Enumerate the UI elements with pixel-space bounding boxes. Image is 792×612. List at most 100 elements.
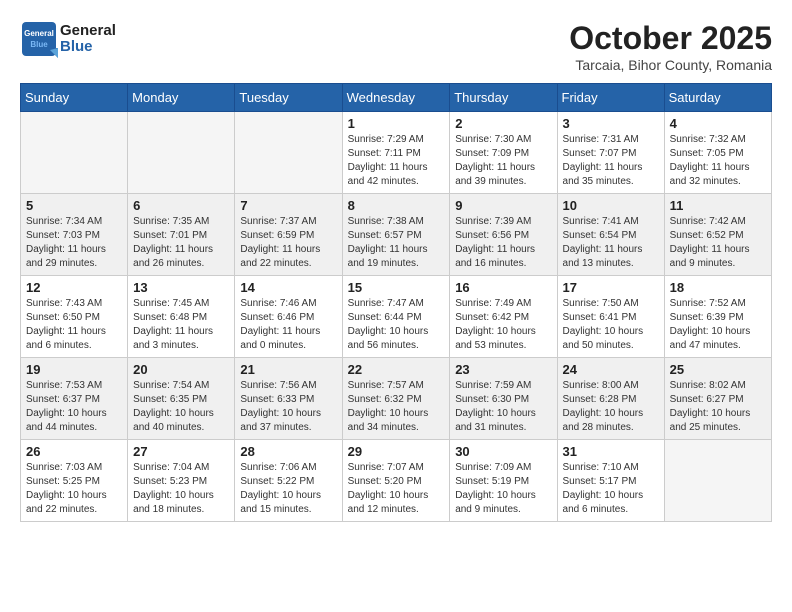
calendar-cell: 8Sunrise: 7:38 AM Sunset: 6:57 PM Daylig… <box>342 194 450 276</box>
calendar-week-4: 19 Sunrise: 7:53 AM Sunset: 6:37 PM Dayli… <box>21 358 772 440</box>
location-subtitle: Tarcaia, Bihor County, Romania <box>569 57 772 73</box>
day-number: 26 <box>26 444 122 459</box>
calendar-cell: 28Sunrise: 7:06 AM Sunset: 5:22 PM Dayli… <box>235 440 342 522</box>
weekday-header-tuesday: Tuesday <box>235 84 342 112</box>
day-number: 17 <box>563 280 659 295</box>
day-info: Sunrise: 7:53 AM Sunset: 6:37 PM Dayligh… <box>26 379 122 435</box>
calendar-cell: 16 Sunrise: 7:49 AM Sunset: 6:42 PM Dayli… <box>450 276 557 358</box>
day-number: 29 <box>348 444 445 459</box>
logo-icon: General Blue <box>20 20 58 58</box>
calendar-cell <box>21 112 128 194</box>
svg-text:General: General <box>24 29 54 38</box>
day-info: Sunrise: 7:37 AM Sunset: 6:59 PM Dayligh… <box>240 215 336 271</box>
weekday-header-thursday: Thursday <box>450 84 557 112</box>
calendar-cell: 19 Sunrise: 7:53 AM Sunset: 6:37 PM Dayli… <box>21 358 128 440</box>
calendar-cell <box>664 440 771 522</box>
calendar-table: SundayMondayTuesdayWednesdayThursdayFrid… <box>20 83 772 522</box>
weekday-header-monday: Monday <box>128 84 235 112</box>
calendar-cell: 31 Sunrise: 7:10 AM Sunset: 5:17 PM Dayli… <box>557 440 664 522</box>
calendar-cell: 4 Sunrise: 7:32 AM Sunset: 7:05 PM Daylig… <box>664 112 771 194</box>
day-info: Sunrise: 7:52 AM Sunset: 6:39 PM Dayligh… <box>670 297 766 353</box>
day-number: 24 <box>563 362 659 377</box>
calendar-week-1: 1Sunrise: 7:29 AM Sunset: 7:11 PM Daylig… <box>21 112 772 194</box>
day-number: 16 <box>455 280 551 295</box>
day-number: 15 <box>348 280 445 295</box>
day-info: Sunrise: 7:39 AM Sunset: 6:56 PM Dayligh… <box>455 215 551 271</box>
day-number: 13 <box>133 280 229 295</box>
day-info: Sunrise: 7:34 AM Sunset: 7:03 PM Dayligh… <box>26 215 122 271</box>
logo: General Blue General Blue <box>20 20 116 58</box>
page-header: General Blue General Blue October 2025 T… <box>20 20 772 73</box>
day-number: 7 <box>240 198 336 213</box>
calendar-cell: 23Sunrise: 7:59 AM Sunset: 6:30 PM Dayli… <box>450 358 557 440</box>
day-info: Sunrise: 8:02 AM Sunset: 6:27 PM Dayligh… <box>670 379 766 435</box>
calendar-cell: 7 Sunrise: 7:37 AM Sunset: 6:59 PM Daylig… <box>235 194 342 276</box>
calendar-cell: 17 Sunrise: 7:50 AM Sunset: 6:41 PM Dayli… <box>557 276 664 358</box>
month-title: October 2025 <box>569 20 772 57</box>
day-number: 5 <box>26 198 122 213</box>
day-info: Sunrise: 7:57 AM Sunset: 6:32 PM Dayligh… <box>348 379 445 435</box>
calendar-cell: 15 Sunrise: 7:47 AM Sunset: 6:44 PM Dayli… <box>342 276 450 358</box>
calendar-week-2: 5 Sunrise: 7:34 AM Sunset: 7:03 PM Daylig… <box>21 194 772 276</box>
day-number: 9 <box>455 198 551 213</box>
weekday-header-wednesday: Wednesday <box>342 84 450 112</box>
logo-blue-text: Blue <box>60 39 116 56</box>
calendar-week-5: 26Sunrise: 7:03 AM Sunset: 5:25 PM Dayli… <box>21 440 772 522</box>
day-number: 20 <box>133 362 229 377</box>
day-info: Sunrise: 7:31 AM Sunset: 7:07 PM Dayligh… <box>563 133 659 189</box>
day-info: Sunrise: 7:38 AM Sunset: 6:57 PM Dayligh… <box>348 215 445 271</box>
day-info: Sunrise: 7:49 AM Sunset: 6:42 PM Dayligh… <box>455 297 551 353</box>
day-number: 4 <box>670 116 766 131</box>
calendar-cell: 2Sunrise: 7:30 AM Sunset: 7:09 PM Daylig… <box>450 112 557 194</box>
day-info: Sunrise: 7:10 AM Sunset: 5:17 PM Dayligh… <box>563 461 659 517</box>
calendar-cell: 5 Sunrise: 7:34 AM Sunset: 7:03 PM Daylig… <box>21 194 128 276</box>
calendar-cell: 25 Sunrise: 8:02 AM Sunset: 6:27 PM Dayli… <box>664 358 771 440</box>
day-info: Sunrise: 7:29 AM Sunset: 7:11 PM Dayligh… <box>348 133 445 189</box>
calendar-cell: 20Sunrise: 7:54 AM Sunset: 6:35 PM Dayli… <box>128 358 235 440</box>
calendar-cell: 1Sunrise: 7:29 AM Sunset: 7:11 PM Daylig… <box>342 112 450 194</box>
day-number: 23 <box>455 362 551 377</box>
day-info: Sunrise: 7:42 AM Sunset: 6:52 PM Dayligh… <box>670 215 766 271</box>
calendar-cell: 3 Sunrise: 7:31 AM Sunset: 7:07 PM Daylig… <box>557 112 664 194</box>
calendar-cell: 12Sunrise: 7:43 AM Sunset: 6:50 PM Dayli… <box>21 276 128 358</box>
title-area: October 2025 Tarcaia, Bihor County, Roma… <box>569 20 772 73</box>
day-info: Sunrise: 7:07 AM Sunset: 5:20 PM Dayligh… <box>348 461 445 517</box>
calendar-cell: 27 Sunrise: 7:04 AM Sunset: 5:23 PM Dayli… <box>128 440 235 522</box>
day-number: 27 <box>133 444 229 459</box>
day-info: Sunrise: 8:00 AM Sunset: 6:28 PM Dayligh… <box>563 379 659 435</box>
day-info: Sunrise: 7:50 AM Sunset: 6:41 PM Dayligh… <box>563 297 659 353</box>
day-info: Sunrise: 7:46 AM Sunset: 6:46 PM Dayligh… <box>240 297 336 353</box>
weekday-header-row: SundayMondayTuesdayWednesdayThursdayFrid… <box>21 84 772 112</box>
calendar-cell: 22 Sunrise: 7:57 AM Sunset: 6:32 PM Dayli… <box>342 358 450 440</box>
calendar-week-3: 12Sunrise: 7:43 AM Sunset: 6:50 PM Dayli… <box>21 276 772 358</box>
day-info: Sunrise: 7:09 AM Sunset: 5:19 PM Dayligh… <box>455 461 551 517</box>
weekday-header-saturday: Saturday <box>664 84 771 112</box>
calendar-cell: 10Sunrise: 7:41 AM Sunset: 6:54 PM Dayli… <box>557 194 664 276</box>
day-info: Sunrise: 7:04 AM Sunset: 5:23 PM Dayligh… <box>133 461 229 517</box>
calendar-cell: 18Sunrise: 7:52 AM Sunset: 6:39 PM Dayli… <box>664 276 771 358</box>
calendar-cell: 13 Sunrise: 7:45 AM Sunset: 6:48 PM Dayli… <box>128 276 235 358</box>
weekday-header-friday: Friday <box>557 84 664 112</box>
day-info: Sunrise: 7:41 AM Sunset: 6:54 PM Dayligh… <box>563 215 659 271</box>
day-number: 12 <box>26 280 122 295</box>
day-number: 14 <box>240 280 336 295</box>
calendar-cell: 6Sunrise: 7:35 AM Sunset: 7:01 PM Daylig… <box>128 194 235 276</box>
day-info: Sunrise: 7:56 AM Sunset: 6:33 PM Dayligh… <box>240 379 336 435</box>
day-info: Sunrise: 7:30 AM Sunset: 7:09 PM Dayligh… <box>455 133 551 189</box>
calendar-cell: 14 Sunrise: 7:46 AM Sunset: 6:46 PM Dayli… <box>235 276 342 358</box>
day-number: 19 <box>26 362 122 377</box>
calendar-cell: 24 Sunrise: 8:00 AM Sunset: 6:28 PM Dayli… <box>557 358 664 440</box>
day-info: Sunrise: 7:47 AM Sunset: 6:44 PM Dayligh… <box>348 297 445 353</box>
day-info: Sunrise: 7:06 AM Sunset: 5:22 PM Dayligh… <box>240 461 336 517</box>
day-number: 22 <box>348 362 445 377</box>
day-info: Sunrise: 7:45 AM Sunset: 6:48 PM Dayligh… <box>133 297 229 353</box>
calendar-cell: 26Sunrise: 7:03 AM Sunset: 5:25 PM Dayli… <box>21 440 128 522</box>
day-number: 30 <box>455 444 551 459</box>
calendar-cell: 9 Sunrise: 7:39 AM Sunset: 6:56 PM Daylig… <box>450 194 557 276</box>
day-number: 31 <box>563 444 659 459</box>
day-number: 25 <box>670 362 766 377</box>
day-number: 11 <box>670 198 766 213</box>
day-info: Sunrise: 7:32 AM Sunset: 7:05 PM Dayligh… <box>670 133 766 189</box>
day-number: 3 <box>563 116 659 131</box>
calendar-cell: 21Sunrise: 7:56 AM Sunset: 6:33 PM Dayli… <box>235 358 342 440</box>
